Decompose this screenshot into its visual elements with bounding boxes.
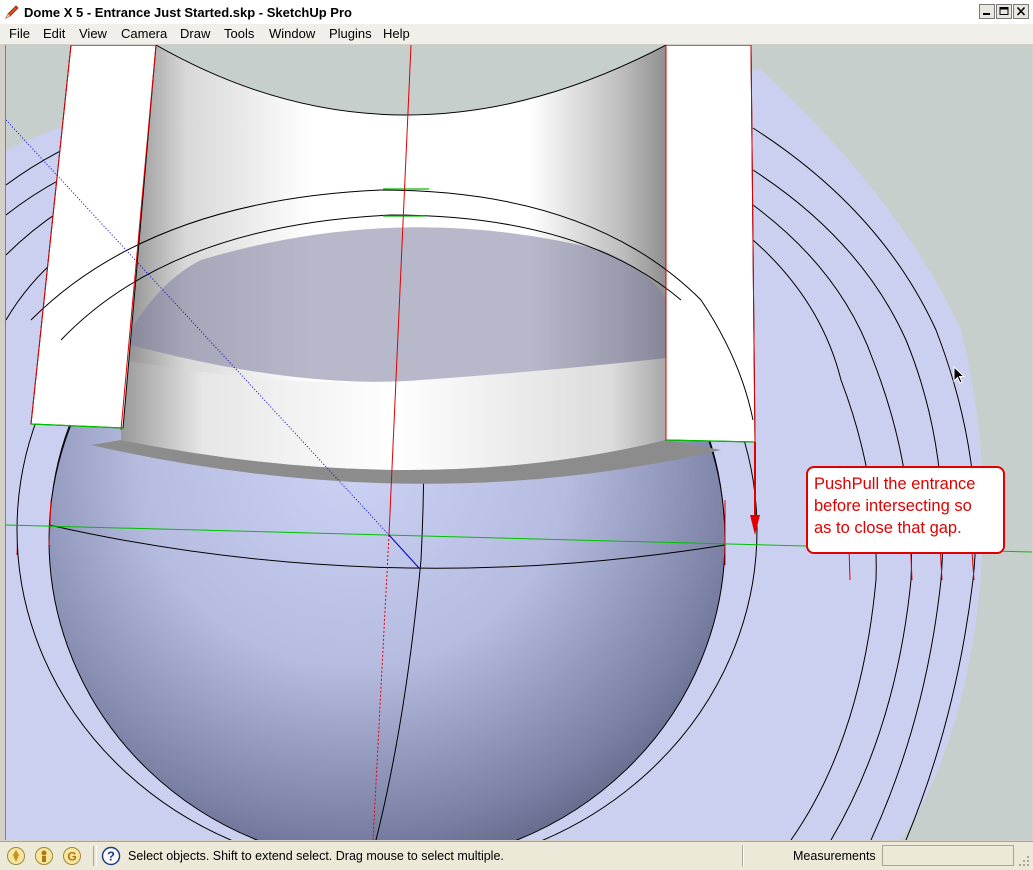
help-icon[interactable]: ?	[101, 846, 121, 866]
model-viewport[interactable]: PushPull the entrance before intersectin…	[5, 45, 1032, 840]
menu-tools[interactable]: Tools	[224, 26, 254, 41]
scene-canvas[interactable]	[6, 45, 1032, 840]
menu-edit[interactable]: Edit	[43, 26, 65, 41]
sketchup-pencil-icon	[5, 5, 19, 19]
close-icon	[1016, 6, 1026, 16]
geo-location-icon[interactable]	[6, 846, 26, 866]
menu-camera[interactable]: Camera	[121, 26, 167, 41]
status-message: Select objects. Shift to extend select. …	[128, 849, 504, 863]
menu-bar: File Edit View Camera Draw Tools Window …	[0, 24, 1033, 44]
menu-help[interactable]: Help	[383, 26, 410, 41]
maximize-button[interactable]	[996, 4, 1012, 19]
annotation-text: PushPull the entrance before intersectin…	[814, 475, 976, 537]
svg-text:?: ?	[107, 849, 115, 864]
credits-icon[interactable]	[34, 846, 54, 866]
title-bar: Dome X 5 - Entrance Just Started.skp - S…	[0, 0, 1033, 25]
status-divider	[742, 845, 744, 867]
status-separator	[93, 846, 97, 866]
google-sign-in-icon[interactable]: G	[62, 846, 82, 866]
measurements-input[interactable]	[882, 845, 1014, 866]
measurements-label: Measurements	[793, 849, 876, 863]
maximize-icon	[999, 7, 1009, 15]
svg-text:G: G	[67, 850, 76, 864]
status-bar: G ? Select objects. Shift to extend sele…	[0, 841, 1033, 870]
menu-plugins[interactable]: Plugins	[329, 26, 372, 41]
window-title: Dome X 5 - Entrance Just Started.skp - S…	[24, 5, 352, 20]
right-wall-slab	[665, 45, 756, 443]
minimize-icon	[983, 13, 990, 15]
annotation-callout: PushPull the entrance before intersectin…	[806, 466, 1005, 554]
mouse-pointer-icon	[953, 366, 966, 384]
resize-grip-icon[interactable]	[1018, 855, 1030, 867]
menu-file[interactable]: File	[9, 26, 30, 41]
menu-draw[interactable]: Draw	[180, 26, 210, 41]
sketchup-window: Dome X 5 - Entrance Just Started.skp - S…	[0, 0, 1033, 870]
menu-view[interactable]: View	[79, 26, 107, 41]
minimize-button[interactable]	[979, 4, 995, 19]
menu-window[interactable]: Window	[269, 26, 315, 41]
close-button[interactable]	[1013, 4, 1029, 19]
